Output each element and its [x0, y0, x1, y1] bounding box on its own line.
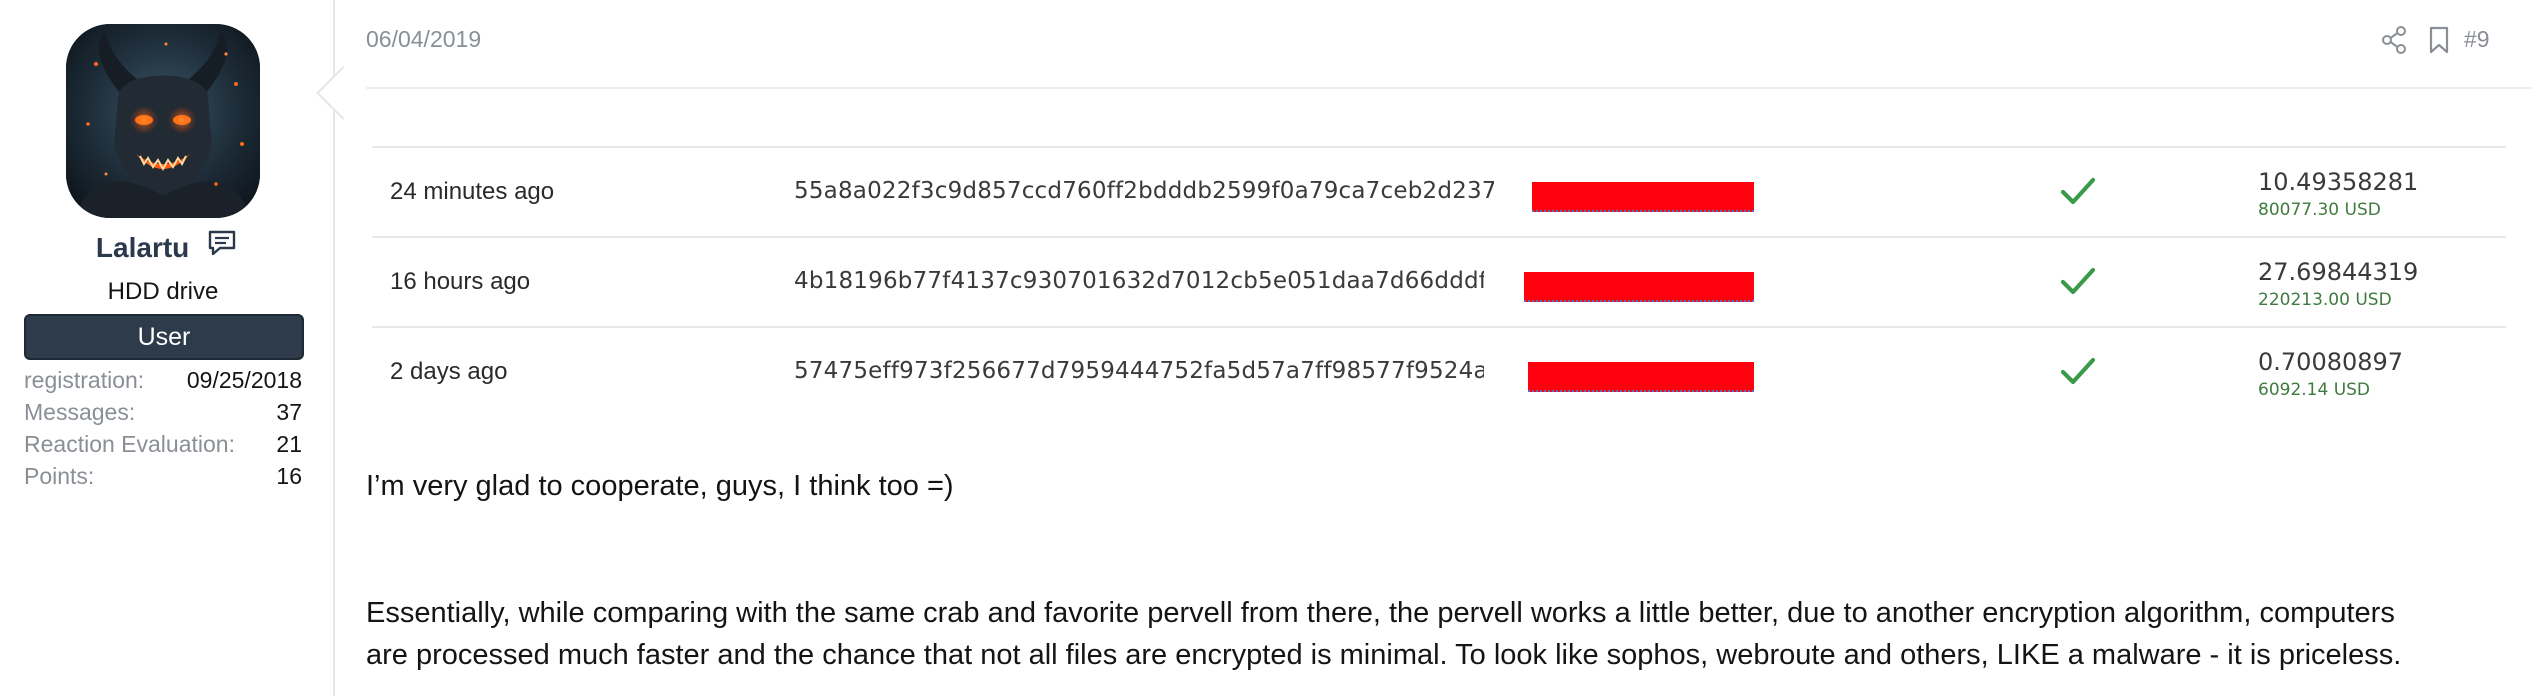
tx-hash-link[interactable]: 55a8a022f3c9d857ccd760ff2bdddb2599f0a79c…: [794, 178, 1494, 204]
message-paragraph-line: Essentially, while comparing with the sa…: [366, 597, 2395, 629]
tx-hash-link[interactable]: 57475eff973f256677d7959444752fa5d57a7ff9…: [794, 358, 1484, 384]
table-row: 2 days ago 57475eff973f256677d7959444752…: [372, 326, 2506, 418]
table-row: 24 minutes ago 55a8a022f3c9d857ccd760ff2…: [372, 146, 2506, 238]
avatar[interactable]: [66, 24, 260, 218]
stat-label: registration:: [24, 367, 145, 393]
redacted-address: [1528, 362, 1754, 392]
demon-avatar-image: [66, 24, 260, 218]
tx-amount: 27.69844319: [2258, 258, 2419, 286]
check-icon: [2058, 264, 2098, 303]
stat-value[interactable]: 37: [276, 397, 302, 427]
table-row: 16 hours ago 4b18196b77f4137c930701632d7…: [372, 236, 2506, 328]
message-icon[interactable]: [207, 229, 237, 264]
stat-points: Points: 16: [24, 461, 302, 491]
stat-registration: registration: 09/25/2018: [24, 365, 302, 395]
tx-time: 24 minutes ago: [390, 178, 555, 205]
check-icon: [2058, 174, 2098, 213]
post-date[interactable]: 06/04/2019: [366, 26, 481, 53]
stat-label: Reaction Evaluation:: [24, 431, 235, 457]
message-paragraph-line: are processed much faster and the chance…: [366, 639, 2402, 671]
post-number-link[interactable]: #9: [2464, 26, 2490, 53]
user-title: HDD drive: [107, 278, 219, 305]
redacted-address: [1532, 182, 1754, 212]
message-line: I’m very glad to cooperate, guys, I thin…: [366, 470, 954, 502]
bookmark-icon[interactable]: [2428, 25, 2450, 60]
stat-value: 09/25/2018: [186, 367, 302, 393]
check-icon: [2058, 354, 2098, 393]
user-sidebar: Lalartu HDD drive User registration: 09/…: [0, 0, 335, 696]
tx-amount: 10.49358281: [2258, 168, 2419, 196]
username[interactable]: Lalartu: [96, 232, 189, 263]
share-icon[interactable]: [2380, 25, 2408, 60]
stat-reaction-evaluation: Reaction Evaluation: 21: [24, 429, 302, 459]
tx-time: 2 days ago: [390, 358, 508, 385]
stat-value: 21: [276, 431, 302, 457]
username-row: Lalartu: [0, 229, 333, 267]
redacted-address: [1524, 272, 1754, 302]
header-divider: [366, 87, 2532, 89]
tx-hash-link[interactable]: 4b18196b77f4137c930701632d7012cb5e051daa…: [794, 268, 1484, 294]
tx-usd-value: 6092.14 USD: [2258, 380, 2371, 400]
stat-label: Messages:: [24, 399, 136, 425]
tx-time: 16 hours ago: [390, 268, 531, 295]
stat-label: Points:: [24, 463, 95, 489]
user-role-badge: User: [24, 314, 304, 360]
tx-amount: 0.70080897: [2258, 348, 2404, 376]
tx-usd-value: 220213.00 USD: [2258, 290, 2392, 310]
tx-usd-value: 80077.30 USD: [2258, 200, 2381, 220]
stat-messages: Messages: 37: [24, 397, 302, 427]
stat-value[interactable]: 16: [276, 461, 302, 491]
